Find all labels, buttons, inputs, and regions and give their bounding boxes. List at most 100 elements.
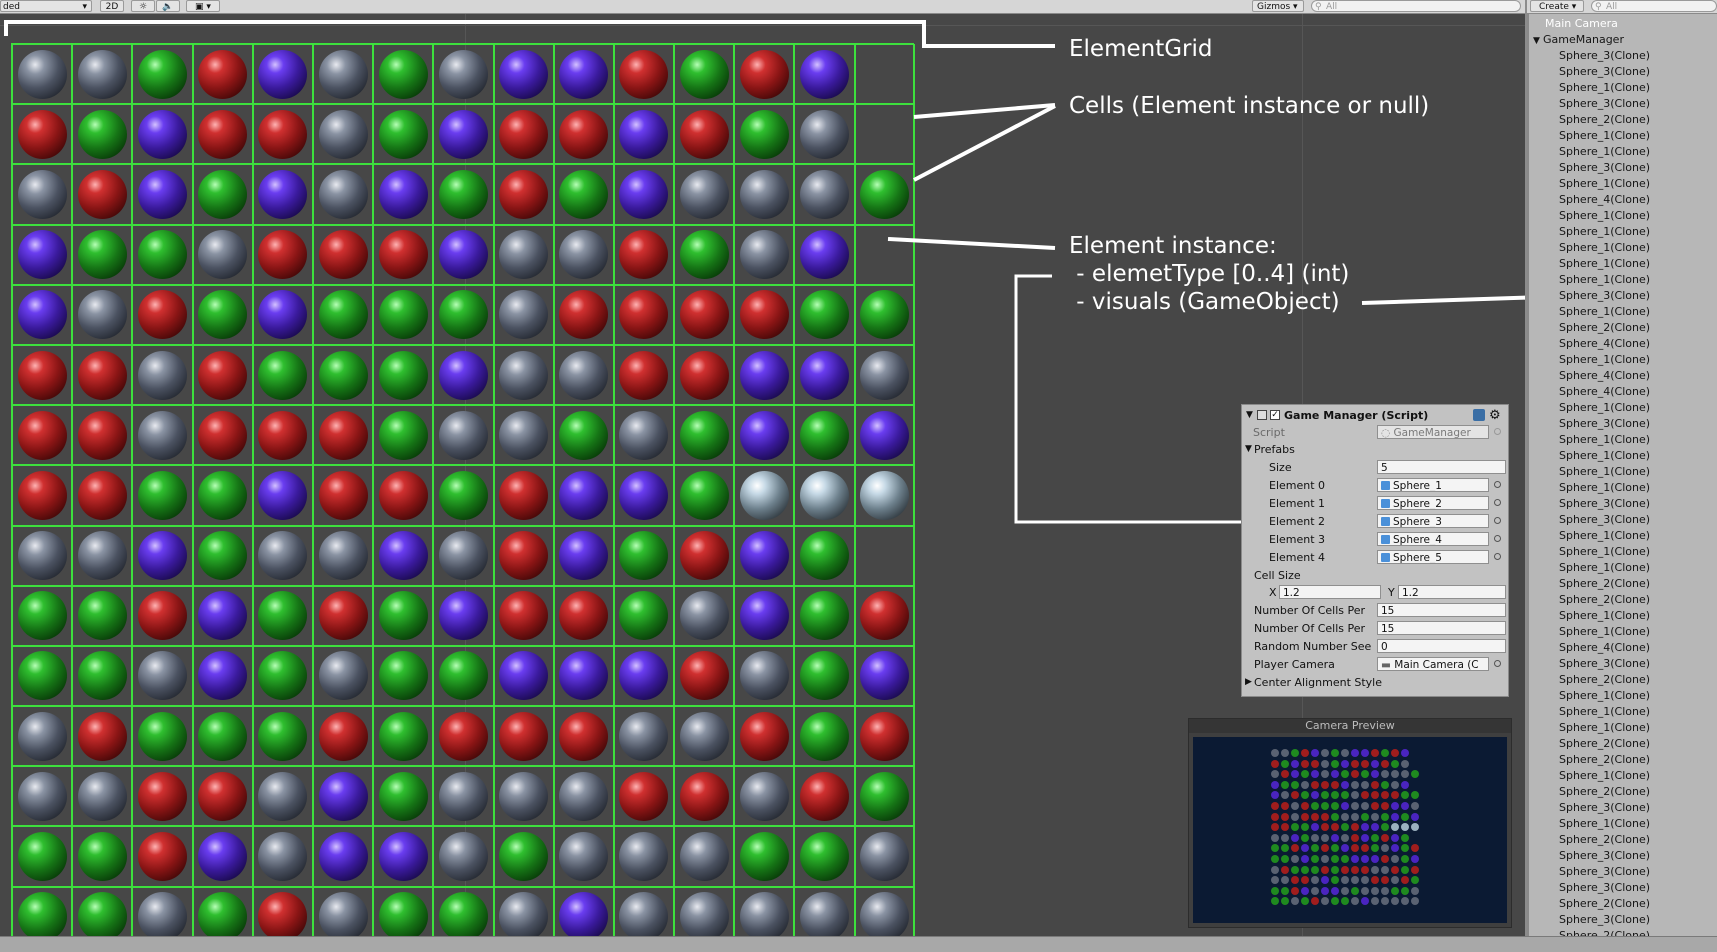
object-picker-icon[interactable] xyxy=(1494,535,1501,542)
hierarchy-item-sphere[interactable]: Sphere_3(Clone) xyxy=(1559,64,1650,80)
2d-mode-button[interactable]: 2D xyxy=(100,0,124,12)
hierarchy-item-sphere[interactable]: Sphere_1(Clone) xyxy=(1559,816,1650,832)
foldout-triangle-icon[interactable]: ▼ xyxy=(1533,33,1543,49)
hierarchy-item-sphere[interactable]: Sphere_3(Clone) xyxy=(1559,880,1650,896)
hierarchy-item-sphere[interactable]: Sphere_1(Clone) xyxy=(1559,144,1650,160)
hierarchy-item-sphere[interactable]: Sphere_2(Clone) xyxy=(1559,832,1650,848)
hierarchy-item-sphere[interactable]: Sphere_1(Clone) xyxy=(1559,256,1650,272)
hierarchy-item-sphere[interactable]: Sphere_3(Clone) xyxy=(1559,160,1650,176)
hierarchy-item-sphere[interactable]: Sphere_1(Clone) xyxy=(1559,176,1650,192)
hierarchy-search-input[interactable]: ⚲ All xyxy=(1591,0,1717,12)
hierarchy-item-sphere[interactable]: Sphere_3(Clone) xyxy=(1559,912,1650,928)
element-instance-pointer-line xyxy=(887,237,1056,250)
hierarchy-item-sphere[interactable]: Sphere_1(Clone) xyxy=(1559,80,1650,96)
hierarchy-item-sphere[interactable]: Sphere_2(Clone) xyxy=(1559,320,1650,336)
hierarchy-item-sphere[interactable]: Sphere_4(Clone) xyxy=(1559,336,1650,352)
collapse-triangle-icon[interactable]: ▼ xyxy=(1246,407,1256,424)
hierarchy-item-sphere[interactable]: Sphere_3(Clone) xyxy=(1559,288,1650,304)
hierarchy-item-sphere[interactable]: Sphere_3(Clone) xyxy=(1559,800,1650,816)
component-header[interactable]: ▼ ✓ Game Manager (Script) ⚙ xyxy=(1242,407,1508,424)
object-picker-icon[interactable] xyxy=(1494,499,1501,506)
gizmos-dropdown[interactable]: Gizmos ▾ xyxy=(1252,0,1304,12)
object-picker-icon[interactable] xyxy=(1494,481,1501,488)
hierarchy-item-sphere[interactable]: Sphere_2(Clone) xyxy=(1559,592,1650,608)
preview-sphere xyxy=(1411,770,1419,779)
hierarchy-item-sphere[interactable]: Sphere_2(Clone) xyxy=(1559,896,1650,912)
hierarchy-item-sphere[interactable]: Sphere_2(Clone) xyxy=(1559,576,1650,592)
hierarchy-item-sphere[interactable]: Sphere_1(Clone) xyxy=(1559,720,1650,736)
prefabs-foldout[interactable]: ▼ Prefabs xyxy=(1242,441,1508,458)
hierarchy-item-sphere[interactable]: Sphere_3(Clone) xyxy=(1559,848,1650,864)
hierarchy-item-sphere[interactable]: Sphere_2(Clone) xyxy=(1559,784,1650,800)
hierarchy-item-sphere[interactable]: Sphere_1(Clone) xyxy=(1559,128,1650,144)
cells-annotation: Cells (Element instance or null) xyxy=(1069,93,1430,119)
preview-sphere xyxy=(1381,749,1389,757)
hierarchy-item-sphere[interactable]: Sphere_1(Clone) xyxy=(1559,528,1650,544)
lighting-toggle[interactable]: ☼ xyxy=(131,0,155,12)
hierarchy-item-sphere[interactable]: Sphere_2(Clone) xyxy=(1559,752,1650,768)
hierarchy-item-sphere[interactable]: Sphere_1(Clone) xyxy=(1559,688,1650,704)
hierarchy-item-sphere[interactable]: Sphere_1(Clone) xyxy=(1559,432,1650,448)
hierarchy-item-sphere[interactable]: Sphere_1(Clone) xyxy=(1559,768,1650,784)
enabled-checkbox[interactable]: ✓ xyxy=(1270,410,1280,420)
num-cells-field-2[interactable]: 15 xyxy=(1377,621,1506,635)
hierarchy-item-sphere[interactable]: Sphere_1(Clone) xyxy=(1559,544,1650,560)
preview-sphere xyxy=(1311,759,1319,768)
prefab-element-field[interactable]: Sphere_2 xyxy=(1377,496,1489,510)
size-field[interactable]: 5 xyxy=(1377,460,1506,474)
prefab-element-field[interactable]: Sphere_1 xyxy=(1377,478,1489,492)
hierarchy-item-game-manager[interactable]: ▼ GameManager xyxy=(1533,32,1624,48)
hierarchy-item-sphere[interactable]: Sphere_1(Clone) xyxy=(1559,400,1650,416)
hierarchy-item-sphere[interactable]: Sphere_3(Clone) xyxy=(1559,496,1650,512)
effects-dropdown[interactable]: ▣ ▾ xyxy=(186,0,220,12)
hierarchy-item-sphere[interactable]: Sphere_4(Clone) xyxy=(1559,192,1650,208)
hierarchy-item-main-camera[interactable]: Main Camera xyxy=(1545,16,1618,32)
object-picker-icon[interactable] xyxy=(1494,517,1501,524)
hierarchy-item-sphere[interactable]: Sphere_1(Clone) xyxy=(1559,624,1650,640)
hierarchy-item-sphere[interactable]: Sphere_1(Clone) xyxy=(1559,704,1650,720)
cell-size-y-field[interactable]: 1.2 xyxy=(1398,585,1506,599)
hierarchy-item-sphere[interactable]: Sphere_1(Clone) xyxy=(1559,464,1650,480)
hierarchy-item-sphere[interactable]: Sphere_1(Clone) xyxy=(1559,224,1650,240)
hierarchy-item-sphere[interactable]: Sphere_4(Clone) xyxy=(1559,640,1650,656)
hierarchy-item-sphere[interactable]: Sphere_2(Clone) xyxy=(1559,736,1650,752)
hierarchy-item-sphere[interactable]: Sphere_2(Clone) xyxy=(1559,928,1650,936)
hierarchy-item-sphere[interactable]: Sphere_1(Clone) xyxy=(1559,448,1650,464)
random-seed-field[interactable]: 0 xyxy=(1377,639,1506,653)
player-camera-field[interactable]: ▬ Main Camera (C xyxy=(1377,657,1489,671)
hierarchy-item-sphere[interactable]: Sphere_3(Clone) xyxy=(1559,416,1650,432)
hierarchy-item-sphere[interactable]: Sphere_2(Clone) xyxy=(1559,112,1650,128)
hierarchy-item-sphere[interactable]: Sphere_1(Clone) xyxy=(1559,352,1650,368)
hierarchy-item-sphere[interactable]: Sphere_4(Clone) xyxy=(1559,368,1650,384)
center-alignment-foldout[interactable]: ▶ Center Alignment Style xyxy=(1242,674,1508,691)
hierarchy-item-sphere[interactable]: Sphere_3(Clone) xyxy=(1559,48,1650,64)
center-alignment-label: Center Alignment Style xyxy=(1254,676,1383,689)
hierarchy-item-sphere[interactable]: Sphere_1(Clone) xyxy=(1559,560,1650,576)
prefab-element-field[interactable]: Sphere_4 xyxy=(1377,532,1489,546)
hierarchy-item-sphere[interactable]: Sphere_3(Clone) xyxy=(1559,96,1650,112)
hierarchy-item-sphere[interactable]: Sphere_2(Clone) xyxy=(1559,672,1650,688)
hierarchy-item-sphere[interactable]: Sphere_4(Clone) xyxy=(1559,384,1650,400)
audio-toggle[interactable]: 🔈 xyxy=(156,0,180,12)
preview-sphere xyxy=(1361,791,1369,800)
prefab-element-field[interactable]: Sphere_5 xyxy=(1377,550,1489,564)
hierarchy-item-sphere[interactable]: Sphere_1(Clone) xyxy=(1559,480,1650,496)
create-dropdown[interactable]: Create ▾ xyxy=(1530,0,1584,12)
help-book-icon[interactable] xyxy=(1473,409,1485,421)
scene-search-input[interactable]: ⚲ All xyxy=(1311,0,1521,12)
hierarchy-item-sphere[interactable]: Sphere_1(Clone) xyxy=(1559,608,1650,624)
num-cells-field-1[interactable]: 15 xyxy=(1377,603,1506,617)
hierarchy-item-sphere[interactable]: Sphere_3(Clone) xyxy=(1559,864,1650,880)
prefab-element-field[interactable]: Sphere_3 xyxy=(1377,514,1489,528)
cell-size-x-field[interactable]: 1.2 xyxy=(1279,585,1381,599)
hierarchy-item-sphere[interactable]: Sphere_3(Clone) xyxy=(1559,656,1650,672)
hierarchy-item-sphere[interactable]: Sphere_1(Clone) xyxy=(1559,208,1650,224)
shading-mode-dropdown[interactable]: ded ▾ xyxy=(0,0,92,12)
hierarchy-item-sphere[interactable]: Sphere_3(Clone) xyxy=(1559,512,1650,528)
hierarchy-item-sphere[interactable]: Sphere_1(Clone) xyxy=(1559,240,1650,256)
object-picker-icon[interactable] xyxy=(1494,660,1501,667)
gear-icon[interactable]: ⚙ xyxy=(1489,407,1501,424)
hierarchy-item-sphere[interactable]: Sphere_1(Clone) xyxy=(1559,304,1650,320)
hierarchy-item-sphere[interactable]: Sphere_1(Clone) xyxy=(1559,272,1650,288)
object-picker-icon[interactable] xyxy=(1494,553,1501,560)
